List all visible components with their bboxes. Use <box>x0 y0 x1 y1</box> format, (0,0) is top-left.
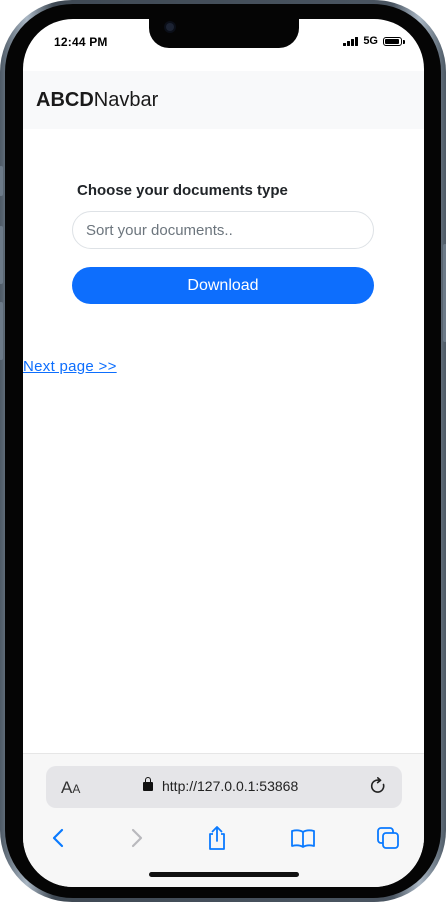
phone-frame: 12:44 PM 5G ABCDNavbar Choose your docum… <box>0 0 446 902</box>
forward-icon[interactable] <box>122 824 150 852</box>
volume-down-button <box>0 302 3 360</box>
url-text: http://127.0.0.1:53868 <box>162 778 299 794</box>
tabs-icon[interactable] <box>374 824 402 852</box>
sort-documents-input[interactable] <box>72 211 374 249</box>
lock-icon <box>143 777 153 791</box>
brand-bold: ABCD <box>36 89 94 111</box>
back-icon[interactable] <box>45 824 73 852</box>
home-indicator <box>149 872 299 877</box>
next-page-link[interactable]: Next page >> <box>23 358 117 375</box>
status-bar: 12:44 PM 5G <box>23 19 424 71</box>
navbar: ABCDNavbar <box>23 71 424 129</box>
battery-icon <box>383 36 405 46</box>
camera-icon <box>166 23 174 31</box>
url-bar[interactable]: AA http://127.0.0.1:53868 <box>46 766 402 808</box>
status-indicators: 5G <box>343 35 405 47</box>
share-icon[interactable] <box>203 824 231 852</box>
brand-rest: Navbar <box>93 89 159 111</box>
volume-up-button <box>0 226 3 284</box>
screen: 12:44 PM 5G ABCDNavbar Choose your docum… <box>23 19 424 887</box>
aa-large: A <box>61 778 73 797</box>
signal-icon <box>343 36 359 46</box>
bookmarks-icon[interactable] <box>289 824 317 852</box>
safari-bottom-bar: AA http://127.0.0.1:53868 <box>23 753 424 887</box>
mute-switch <box>0 166 3 196</box>
navbar-brand[interactable]: ABCDNavbar <box>36 89 158 112</box>
reload-icon[interactable] <box>368 776 388 796</box>
text-size-button[interactable]: AA <box>61 778 80 798</box>
network-label: 5G <box>363 35 378 47</box>
notch <box>149 19 299 48</box>
status-time: 12:44 PM <box>54 35 108 49</box>
browser-toolbar <box>23 822 424 856</box>
documents-type-label: Choose your documents type <box>77 182 288 199</box>
aa-small: A <box>72 782 81 796</box>
download-button[interactable]: Download <box>72 267 374 304</box>
